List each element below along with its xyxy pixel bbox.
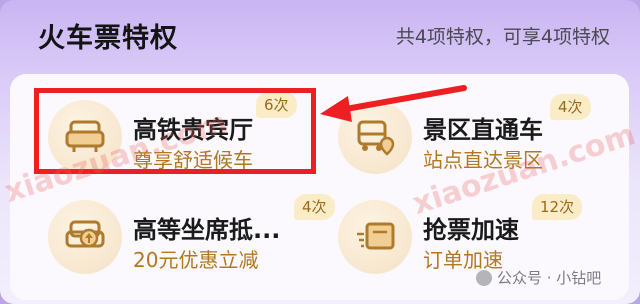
train-ticket-privilege-card: 火车票特权 共4项特权，可享4项特权 高铁贵宾厅 尊享舒适候车 6次 景区直通车… xyxy=(0,0,640,304)
source-mark: 公众号 · 小钻吧 xyxy=(476,267,601,288)
source-text: 公众号 · 小钻吧 xyxy=(497,269,602,287)
usage-count-badge: 4次 xyxy=(294,194,335,220)
page-title: 火车票特权 xyxy=(38,23,178,54)
privilege-summary: 共4项特权，可享4项特权 xyxy=(395,26,610,48)
usage-count-badge: 4次 xyxy=(550,94,591,120)
usage-count-badge: 12次 xyxy=(532,194,583,220)
privilege-desc: 20元优惠立减 xyxy=(133,248,259,272)
pointer-arrow-icon xyxy=(320,85,467,122)
wechat-icon xyxy=(476,270,492,286)
seat-upgrade-icon xyxy=(48,200,122,274)
ticket-speed-icon xyxy=(338,200,412,274)
privilege-title: 高等坐席抵... xyxy=(133,216,281,244)
